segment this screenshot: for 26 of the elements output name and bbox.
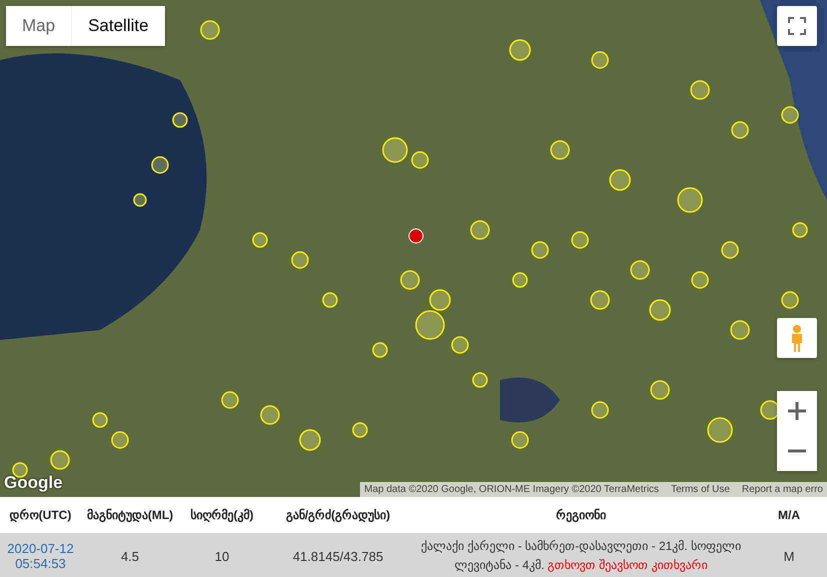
region-text: ქალაქი ქარელი - სამხრეთ-დასავლეთი - 21კმ. სოფელი ლევიტანა - 4კმ. გთხოვთ შეავსოთ კითხვარი xyxy=(420,538,742,574)
magnitude-text: 4.5 xyxy=(120,548,140,564)
map-type-tab[interactable]: Map xyxy=(6,6,72,46)
fullscreen-icon xyxy=(788,17,806,35)
terms-link[interactable]: Terms of Use xyxy=(670,484,730,495)
plus-icon xyxy=(788,402,806,420)
satellite-map[interactable]: Map Satellite Google Map data ©2020 Google, ORION-ME Imagery ©2020 TerraMetrics Terms of Use Report a map erro xyxy=(0,0,827,497)
column-header: სიღრმე(კმ) xyxy=(179,497,265,533)
zoom-in-button[interactable] xyxy=(777,391,817,431)
person-icon xyxy=(789,324,805,352)
google-logo[interactable]: Google xyxy=(4,473,63,493)
time-link[interactable]: 2020-07-12 05:54:53 xyxy=(3,541,78,571)
attribution-text: Map data ©2020 Google, ORION-ME Imagery ©2020 TerraMetrics xyxy=(364,484,659,495)
coordinates-text: 41.8145/43.785 xyxy=(292,548,384,564)
report-link[interactable]: Report a map erro xyxy=(742,484,823,495)
minus-icon xyxy=(788,449,806,453)
column-header: რეგიონი xyxy=(411,497,751,533)
ma-text: M xyxy=(784,548,794,564)
depth-text: 10 xyxy=(214,548,230,564)
fullscreen-button[interactable] xyxy=(777,6,817,46)
column-header: დრო(UTC) xyxy=(0,497,81,533)
column-header: M/A xyxy=(751,497,827,533)
column-header: მაგნიტუდა(ML) xyxy=(81,497,179,533)
map-type-tab[interactable]: Satellite xyxy=(71,6,165,46)
column-header: გან/გრძ(გრადუსი) xyxy=(265,497,411,533)
zoom-out-button[interactable] xyxy=(777,431,817,471)
